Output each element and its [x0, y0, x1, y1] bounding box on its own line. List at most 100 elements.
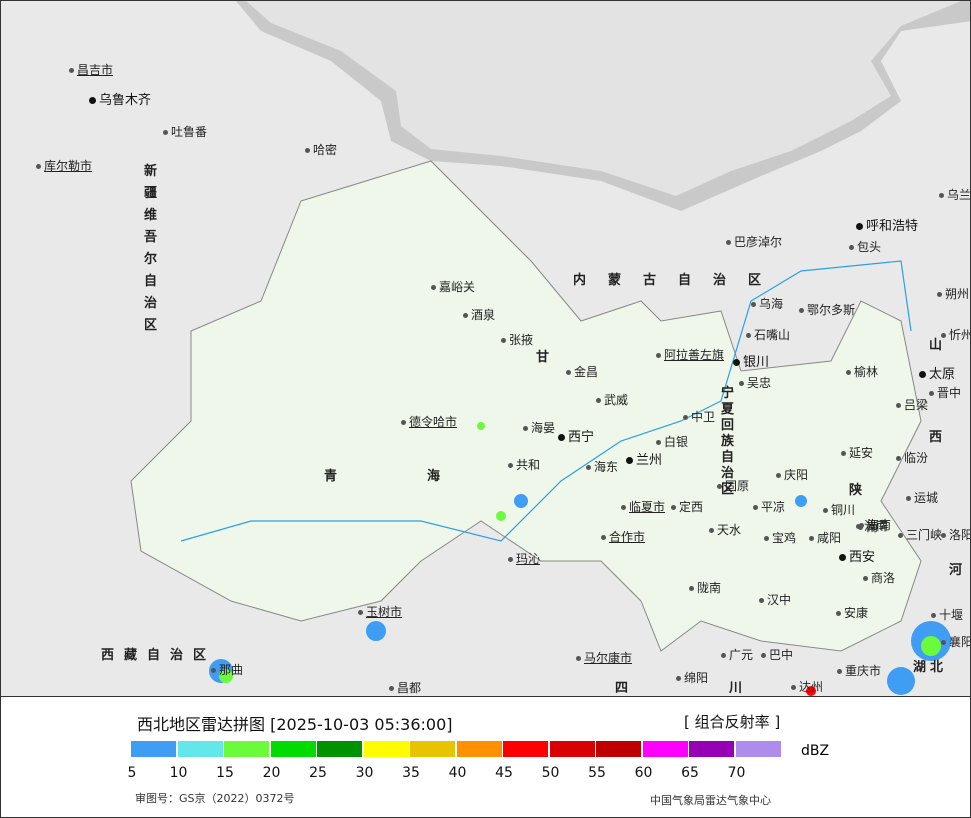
- city-marker-icon: [721, 653, 726, 658]
- city-label: 太原: [919, 363, 955, 382]
- city-label: 银川: [733, 351, 769, 370]
- city-marker-icon: [753, 505, 758, 510]
- city-marker-icon: [89, 97, 96, 104]
- city-name: 忻州: [949, 328, 971, 342]
- city-name: 乌海: [759, 297, 784, 311]
- city-marker-icon: [929, 391, 934, 396]
- city-label: 吐鲁番: [163, 123, 207, 140]
- city-label: 平凉: [753, 498, 785, 515]
- city-name: 广元: [729, 648, 754, 662]
- city-name: 陇南: [697, 581, 722, 595]
- city-marker-icon: [809, 536, 814, 541]
- city-label: 西安: [839, 546, 875, 565]
- city-marker-icon: [163, 130, 168, 135]
- scale-tick: 10: [169, 765, 188, 781]
- city-label: 庆阳: [776, 466, 808, 483]
- city-marker-icon: [941, 333, 946, 338]
- city-name: 乌兰察布: [947, 188, 971, 202]
- city-marker-icon: [709, 528, 714, 533]
- province-label: 新疆维吾尔自治区: [144, 164, 158, 333]
- city-name: 太原: [929, 367, 956, 382]
- city-name: 咸阳: [817, 531, 842, 545]
- province-label: 内蒙古自治区: [573, 273, 784, 288]
- city-label: 武威: [596, 391, 628, 408]
- city-label: 玛沁: [508, 550, 540, 567]
- city-marker-icon: [463, 313, 468, 318]
- province-label: 西: [929, 430, 965, 445]
- city-label: 白银: [656, 433, 688, 450]
- city-name: 洛阳: [949, 528, 971, 542]
- color-swatch: [410, 741, 455, 757]
- city-name: 呼和浩特: [866, 219, 919, 234]
- scale-tick: 50: [541, 765, 560, 781]
- scale-tick: 25: [309, 765, 327, 781]
- city-marker-icon: [358, 610, 363, 615]
- city-name: 库尔勒市: [44, 159, 93, 173]
- city-marker-icon: [841, 451, 846, 456]
- scale-tick: 5: [127, 765, 137, 781]
- color-swatch: [642, 741, 688, 757]
- scale-tick: 55: [588, 765, 606, 781]
- city-label: 嘉峪关: [431, 278, 475, 295]
- city-name: 玛沁: [516, 552, 541, 566]
- city-label: 固原: [717, 477, 749, 494]
- city-label: 宝鸡: [764, 529, 796, 546]
- product-label: [ 组合反射率 ]: [684, 713, 781, 731]
- city-name: 合作市: [609, 530, 646, 544]
- city-label: 德令哈市: [401, 413, 457, 430]
- scale-tick: 15: [216, 765, 234, 781]
- city-name: 汉中: [767, 593, 792, 607]
- city-name: 朔州: [945, 287, 970, 301]
- city-name: 酒泉: [471, 308, 496, 322]
- city-name: 嘉峪关: [439, 280, 476, 294]
- city-label: 陇南: [689, 579, 721, 596]
- city-marker-icon: [937, 292, 942, 297]
- city-label: 南: [858, 518, 878, 535]
- city-label: 张掖: [501, 331, 533, 348]
- city-name: 海晏: [531, 421, 556, 435]
- city-name: 乌鲁木齐: [99, 93, 152, 108]
- city-name: 延安: [849, 446, 874, 460]
- city-label: 铜川: [823, 501, 855, 518]
- city-marker-icon: [656, 353, 661, 358]
- mongolia-inner: [246, 1, 961, 196]
- city-label: 海东: [586, 458, 618, 475]
- city-name: 临夏市: [629, 500, 666, 514]
- city-label: 十堰: [931, 606, 963, 623]
- city-marker-icon: [676, 676, 681, 681]
- legend-panel: 西北地区雷达拼图 [2025-10-03 05:36:00] [ 组合反射率 ]…: [0, 697, 971, 818]
- city-name: 吐鲁番: [171, 125, 208, 139]
- city-name: 吕梁: [904, 398, 929, 412]
- city-name: 巴中: [769, 648, 794, 662]
- city-marker-icon: [898, 533, 903, 538]
- city-name: 重庆市: [845, 664, 882, 678]
- city-marker-icon: [733, 359, 740, 366]
- city-marker-icon: [764, 536, 769, 541]
- city-label: 合作市: [601, 528, 645, 545]
- province-label: 西藏自治区: [101, 648, 217, 663]
- city-name: 三门峡: [906, 528, 943, 542]
- city-name: 安康: [844, 606, 869, 620]
- city-label: 酒泉: [463, 306, 495, 323]
- city-label: 忻州: [941, 326, 971, 343]
- city-name: 晋中: [937, 386, 962, 400]
- city-name: 金昌: [574, 365, 599, 379]
- city-name: 宝鸡: [772, 531, 797, 545]
- radar-map[interactable]: 新疆维吾尔自治区 内蒙古自治区 青海 甘 西藏自治区 宁夏回族自治区 陕 山 西…: [0, 0, 971, 697]
- province-label: 四: [615, 681, 651, 696]
- city-marker-icon: [401, 420, 406, 425]
- city-label: 榆林: [846, 363, 878, 380]
- city-marker-icon: [576, 656, 581, 661]
- city-name: 包头: [857, 240, 882, 254]
- city-marker-icon: [896, 456, 901, 461]
- city-label: 临夏市: [621, 498, 665, 515]
- approval-number: 审图号：GS京（2022）0372号: [135, 792, 295, 805]
- city-marker-icon: [846, 370, 851, 375]
- city-marker-icon: [858, 525, 863, 530]
- city-name: 天水: [717, 523, 742, 537]
- scale-tick: 60: [634, 765, 653, 781]
- agency-label: 中国气象局雷达气象中心: [650, 794, 771, 807]
- province-label: 河: [949, 559, 970, 578]
- city-marker-icon: [799, 308, 804, 313]
- city-label: 鄂尔多斯: [799, 301, 855, 318]
